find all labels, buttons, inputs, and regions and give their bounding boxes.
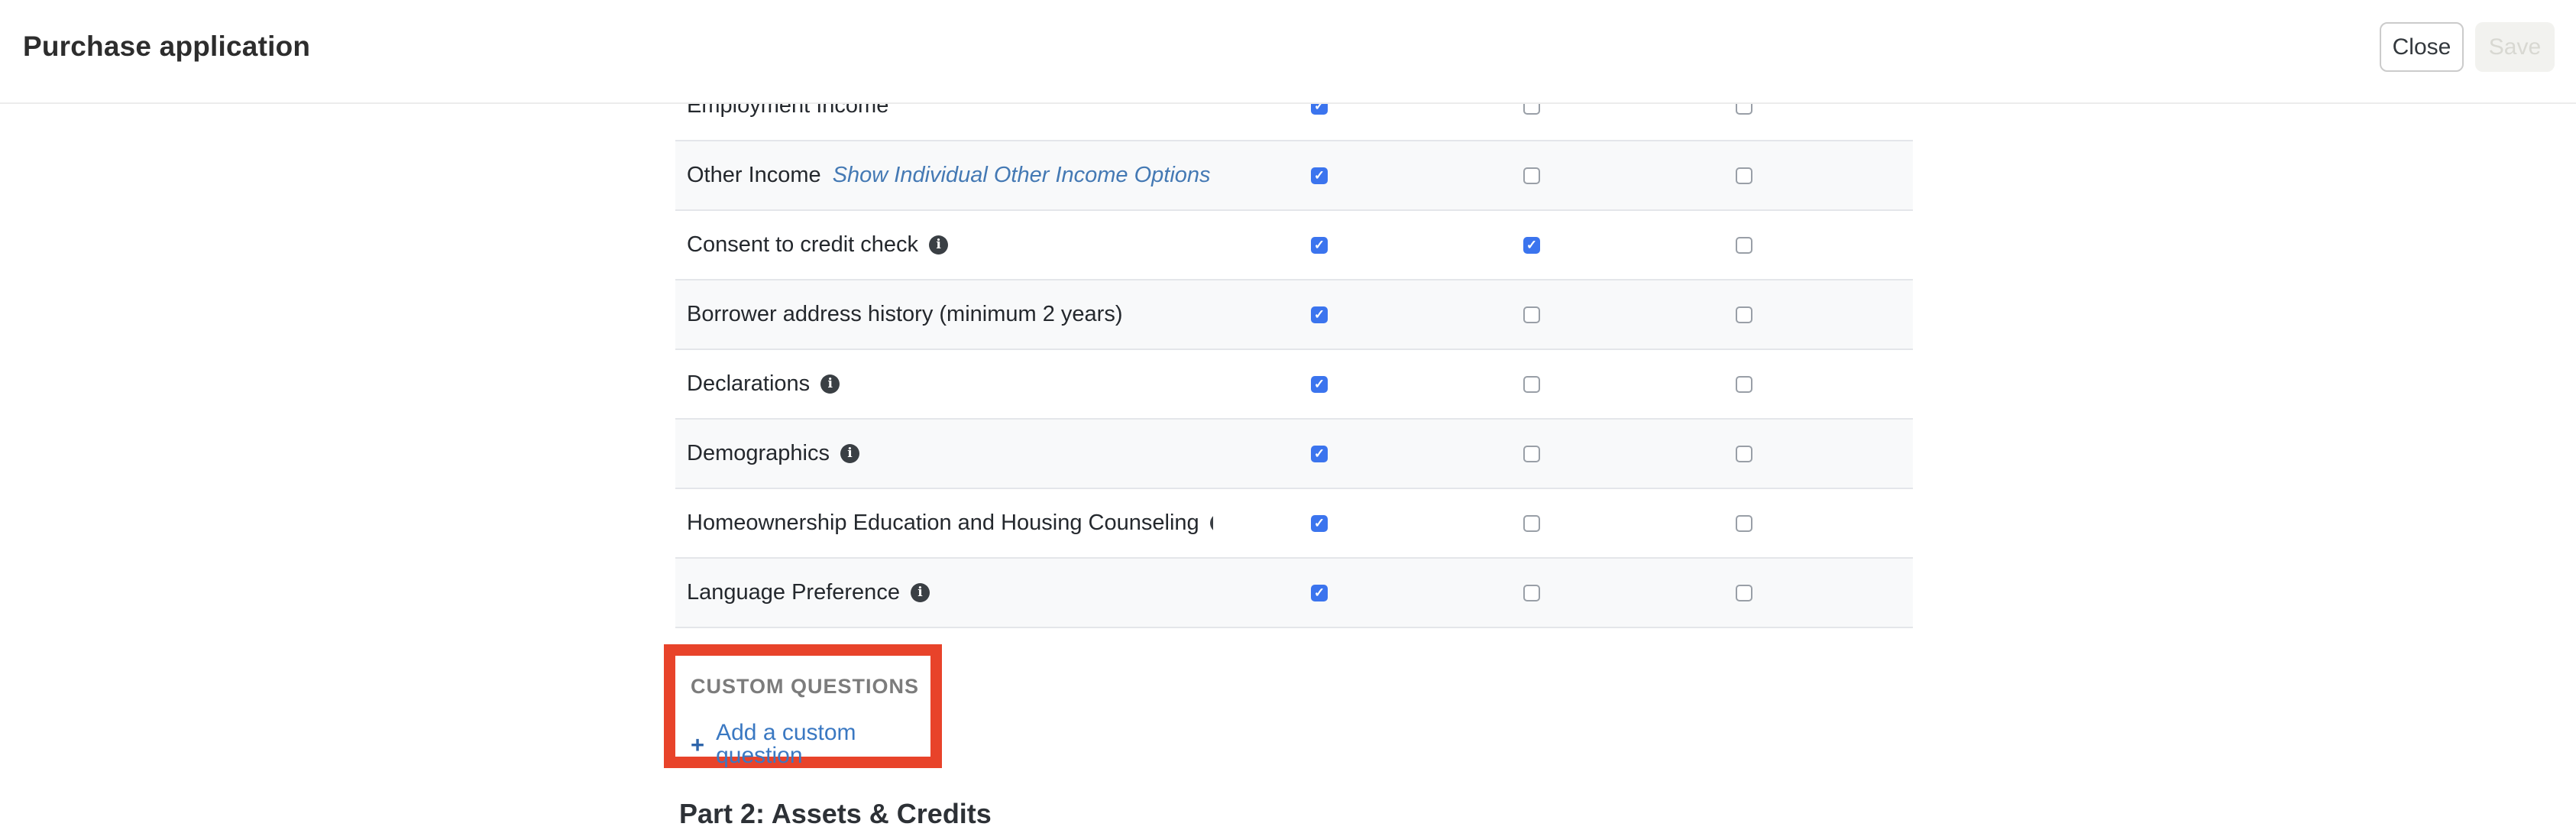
close-button[interactable]: Close — [2380, 22, 2464, 72]
checkbox-cell — [1638, 376, 1850, 393]
field-label: Homeownership Education and Housing Coun… — [687, 511, 1199, 536]
table-row: Demographics i ✓ — [675, 420, 1913, 489]
app-header: Purchase application Close Save — [0, 0, 2576, 104]
field-label-cell: Other Income Show Individual Other Income… — [675, 163, 1213, 188]
table-row: Declarations i ✓ — [675, 350, 1913, 420]
page-title: Purchase application — [23, 31, 310, 63]
checkbox-unchecked[interactable] — [1736, 167, 1752, 184]
checkbox-checked[interactable]: ✓ — [1311, 585, 1328, 601]
field-label-cell: Borrower address history (minimum 2 year… — [675, 302, 1213, 327]
checkbox-cell — [1426, 515, 1638, 532]
checkbox-cell — [1426, 376, 1638, 393]
checkbox-unchecked[interactable] — [1523, 306, 1540, 323]
checkbox-cell — [1426, 585, 1638, 601]
table-row: Other Income Show Individual Other Income… — [675, 141, 1913, 211]
field-label: Consent to credit check — [687, 232, 918, 258]
add-custom-question-link[interactable]: + Add a custom question — [691, 721, 930, 767]
info-icon[interactable]: i — [929, 235, 948, 255]
table-row: Borrower address history (minimum 2 year… — [675, 280, 1913, 350]
checkbox-checked[interactable]: ✓ — [1311, 515, 1328, 532]
checkbox-unchecked[interactable] — [1523, 585, 1540, 601]
checkbox-unchecked[interactable] — [1736, 446, 1752, 462]
checkbox-cell: ✓ — [1213, 306, 1426, 323]
checkbox-unchecked[interactable] — [1523, 376, 1540, 393]
info-icon[interactable]: i — [911, 583, 930, 602]
field-label-cell: Declarations i — [675, 371, 1213, 397]
part2-heading: Part 2: Assets & Credits — [679, 798, 992, 830]
field-label-cell: Consent to credit check i — [675, 232, 1213, 258]
checkbox-unchecked[interactable] — [1523, 446, 1540, 462]
checkbox-cell: ✓ — [1213, 376, 1426, 393]
info-icon[interactable]: i — [840, 444, 859, 463]
checkbox-cell: ✓ — [1426, 237, 1638, 254]
field-label-cell: Homeownership Education and Housing Coun… — [675, 511, 1213, 536]
checkbox-cell: ✓ — [1213, 446, 1426, 462]
checkbox-unchecked[interactable] — [1736, 376, 1752, 393]
checkbox-unchecked[interactable] — [1736, 515, 1752, 532]
checkbox-cell — [1638, 306, 1850, 323]
checkbox-cell: ✓ — [1213, 515, 1426, 532]
checkbox-unchecked[interactable] — [1736, 585, 1752, 601]
checkbox-checked[interactable]: ✓ — [1311, 167, 1328, 184]
table-row: Homeownership Education and Housing Coun… — [675, 489, 1913, 559]
checkbox-unchecked[interactable] — [1523, 167, 1540, 184]
custom-questions-heading: CUSTOM QUESTIONS — [691, 674, 930, 699]
plus-icon: + — [691, 733, 704, 757]
checkbox-checked[interactable]: ✓ — [1311, 237, 1328, 254]
checkbox-cell — [1426, 446, 1638, 462]
field-label: Borrower address history (minimum 2 year… — [687, 302, 1122, 327]
checkbox-checked[interactable]: ✓ — [1311, 446, 1328, 462]
custom-questions-highlight: CUSTOM QUESTIONS + Add a custom question — [664, 644, 942, 768]
table-row: Consent to credit check i ✓ ✓ — [675, 211, 1913, 280]
checkbox-cell — [1638, 237, 1850, 254]
checkbox-checked[interactable]: ✓ — [1311, 376, 1328, 393]
info-icon[interactable]: i — [820, 374, 840, 394]
checkbox-cell: ✓ — [1213, 167, 1426, 184]
checkbox-checked[interactable]: ✓ — [1311, 306, 1328, 323]
field-label: Language Preference — [687, 580, 900, 605]
checkbox-unchecked[interactable] — [1523, 515, 1540, 532]
save-button: Save — [2475, 22, 2555, 72]
application-fields-table: Employment Income✓Other IncomeShow Indiv… — [675, 72, 1913, 628]
field-label-cell: Demographics i — [675, 441, 1213, 466]
checkbox-cell — [1638, 167, 1850, 184]
checkbox-cell — [1638, 446, 1850, 462]
checkbox-cell: ✓ — [1213, 237, 1426, 254]
show-other-income-options-link[interactable]: Show Individual Other Income Options — [833, 163, 1211, 188]
field-label: Demographics — [687, 441, 830, 466]
checkbox-checked[interactable]: ✓ — [1523, 237, 1540, 254]
checkbox-cell — [1426, 306, 1638, 323]
checkbox-unchecked[interactable] — [1736, 306, 1752, 323]
checkbox-cell — [1426, 167, 1638, 184]
add-custom-question-label: Add a custom question — [716, 721, 930, 767]
field-label: Declarations — [687, 371, 810, 397]
checkbox-unchecked[interactable] — [1736, 237, 1752, 254]
checkbox-cell: ✓ — [1213, 585, 1426, 601]
checkbox-cell — [1638, 515, 1850, 532]
field-label-cell: Language Preference i — [675, 580, 1213, 605]
checkbox-cell — [1638, 585, 1850, 601]
table-row: Language Preference i ✓ — [675, 559, 1913, 628]
field-label: Other Income — [687, 163, 821, 188]
